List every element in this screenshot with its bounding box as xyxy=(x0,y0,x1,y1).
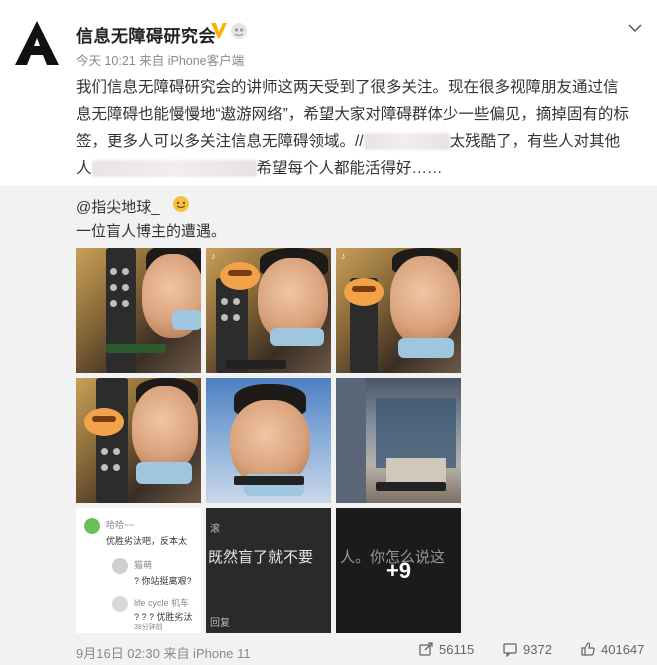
comment-text: ? 你站挺离艰? xyxy=(134,576,192,586)
like-count: 401647 xyxy=(601,641,645,657)
tiktok-watermark: ♪ xyxy=(211,251,216,261)
comment-icon xyxy=(503,643,517,657)
repost-text: 一位盲人博主的遭遇。 xyxy=(76,223,227,240)
more-images-thumbnail[interactable]: 人。你怎么说这 +9 xyxy=(336,508,461,633)
tiktok-watermark: ♪ xyxy=(341,251,346,261)
blurred-text xyxy=(91,160,257,178)
repost-button[interactable]: 56115 xyxy=(418,641,474,657)
content-line: 人希望每个人都能活得好…… xyxy=(76,160,443,178)
emoji-icon xyxy=(173,196,189,212)
repost-icon xyxy=(419,642,433,656)
cartoon-sticker xyxy=(220,262,260,290)
dark-label: 回复 xyxy=(210,618,230,629)
comment-name: life cycle 机车 xyxy=(134,598,190,608)
verified-v-icon xyxy=(211,23,227,38)
cartoon-sticker xyxy=(84,408,124,436)
content-line: 签，更多人可以多关注信息无障碍领域。//太残酷了，有些人对其他 xyxy=(76,133,621,151)
photo-thumbnail[interactable] xyxy=(76,378,201,503)
footer-timestamp: 9月16日 02:30 来自 iPhone 11 xyxy=(76,646,251,661)
photo-thumbnail[interactable] xyxy=(336,378,461,503)
photo-thumbnail[interactable] xyxy=(76,248,201,373)
comment-name: 猫萌 xyxy=(134,560,153,570)
comment-text: 优胜劣汰吧，反本太 xyxy=(106,536,188,546)
logo-a-icon xyxy=(15,21,59,65)
thumbs-up-icon xyxy=(581,642,595,656)
weibo-post: 信息无障碍研究会 今天 10:21 来自 iPhone客户端 我们信息无障碍研究… xyxy=(0,0,657,665)
like-button[interactable]: 401647 xyxy=(580,641,644,657)
username[interactable]: 信息无障碍研究会 xyxy=(76,22,216,47)
photo-thumbnail[interactable]: ♪ xyxy=(336,248,461,373)
elevator-panel xyxy=(106,248,136,373)
content-line: 息无障碍也能慢慢地“遨游网络”，希望大家对障碍群体少一些偏见，摘掉固有的标 xyxy=(76,106,629,123)
avatar[interactable] xyxy=(8,14,66,72)
comment-count: 9372 xyxy=(523,641,552,657)
comment-time: 38分钟前 xyxy=(134,624,163,631)
more-overlay[interactable]: +9 xyxy=(336,508,461,633)
content-line: 我们信息无障碍研究会的讲师这两天受到了很多关注。现在很多视障朋友通过信 xyxy=(76,79,619,96)
photo-thumbnail[interactable] xyxy=(206,378,331,503)
comment-screenshot[interactable]: 滚 既然盲了就不要 回复 xyxy=(206,508,331,633)
blurred-username xyxy=(363,133,450,151)
comment-button[interactable]: 9372 xyxy=(502,641,552,657)
comment-name: 哈哈~~ xyxy=(106,520,135,530)
post-content: 我们信息无障碍研究会的讲师这两天受到了很多关注。现在很多视障朋友通过信 息无障碍… xyxy=(76,74,644,182)
member-badge-icon[interactable] xyxy=(230,22,248,40)
dark-label: 滚 xyxy=(210,524,220,535)
post-meta: 今天 10:21 来自 iPhone客户端 xyxy=(76,54,245,68)
more-count: +9 xyxy=(385,557,412,583)
cartoon-sticker xyxy=(344,278,384,306)
chevron-down-icon[interactable] xyxy=(627,22,643,34)
comment-screenshot[interactable]: 哈哈~~ 优胜劣汰吧，反本太 猫萌 ? 你站挺离艰? life cycle 机车… xyxy=(76,508,201,633)
dark-text: 既然盲了就不要 xyxy=(208,549,314,566)
photo-thumbnail[interactable]: ♪ xyxy=(206,248,331,373)
repost-count: 56115 xyxy=(439,641,475,657)
repost-username[interactable]: @指尖地球_ xyxy=(76,196,160,217)
